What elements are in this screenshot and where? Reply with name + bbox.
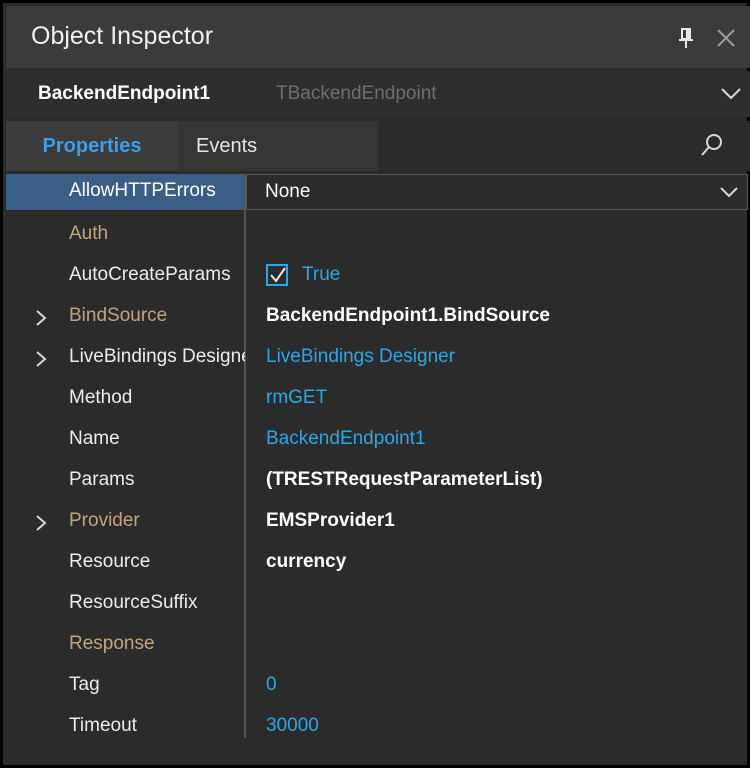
- property-name: Timeout: [69, 715, 137, 736]
- property-name: AutoCreateParams: [69, 264, 231, 285]
- property-name: BindSource: [69, 305, 168, 326]
- property-grid: AllowHTTPErrors None Auth AutoCreatePara…: [6, 174, 750, 744]
- property-row-livebindings-designer[interactable]: LiveBindings Designer LiveBindings Desig…: [6, 338, 750, 379]
- property-row-resource[interactable]: Resource currency: [6, 543, 750, 584]
- autocreateparams-checkbox[interactable]: [266, 264, 288, 286]
- property-row-name[interactable]: Name BackendEndpoint1: [6, 420, 750, 461]
- chevron-right-icon[interactable]: [34, 515, 48, 531]
- chevron-right-icon[interactable]: [34, 351, 48, 367]
- property-name: Provider: [69, 510, 140, 531]
- property-search-area[interactable]: [378, 121, 750, 171]
- property-name: Tag: [69, 674, 100, 695]
- property-name: LiveBindings Designer: [69, 346, 245, 367]
- property-value: currency: [266, 551, 347, 572]
- property-row-timeout[interactable]: Timeout 30000: [6, 707, 750, 748]
- property-row-provider[interactable]: Provider EMSProvider1: [6, 502, 750, 543]
- chevron-down-icon[interactable]: [719, 185, 739, 201]
- tab-events[interactable]: Events: [178, 121, 378, 171]
- property-row-autocreateparams[interactable]: AutoCreateParams True: [6, 256, 750, 297]
- object-selector-dropdown[interactable]: BackendEndpoint1 TBackendEndpoint: [6, 71, 750, 117]
- close-icon[interactable]: [714, 26, 738, 50]
- property-name: Resource: [69, 551, 151, 572]
- property-value: EMSProvider1: [266, 510, 395, 531]
- property-name: ResourceSuffix: [69, 592, 198, 613]
- property-value: 30000: [266, 715, 319, 736]
- property-value: (TRESTRequestParameterList): [266, 469, 543, 490]
- property-row-resourcesuffix[interactable]: ResourceSuffix: [6, 584, 750, 625]
- chevron-down-icon[interactable]: [720, 85, 742, 103]
- tab-properties[interactable]: Properties: [6, 121, 178, 171]
- selected-object-type: TBackendEndpoint: [276, 83, 437, 104]
- object-inspector-window: Object Inspector BackendEndpoint1 TBacke…: [0, 0, 750, 768]
- property-name: Name: [69, 428, 120, 449]
- property-value: 0: [266, 674, 277, 695]
- property-row-params[interactable]: Params (TRESTRequestParameterList): [6, 461, 750, 502]
- property-value: BackendEndpoint1: [266, 428, 426, 449]
- allowhttperrors-select[interactable]: None: [246, 174, 748, 210]
- property-value: True: [302, 264, 341, 285]
- title-bar[interactable]: Object Inspector: [6, 6, 750, 68]
- property-row-allowhttperrors[interactable]: AllowHTTPErrors None: [6, 174, 750, 215]
- property-name: Params: [69, 469, 135, 490]
- property-row-tag[interactable]: Tag 0: [6, 666, 750, 707]
- inspector-tab-bar: Properties Events: [6, 121, 750, 171]
- property-name: AllowHTTPErrors: [69, 180, 216, 201]
- selected-object-name: BackendEndpoint1: [38, 83, 211, 104]
- search-icon[interactable]: [700, 133, 724, 159]
- property-value: BackendEndpoint1.BindSource: [266, 305, 550, 326]
- property-value: rmGET: [266, 387, 328, 408]
- property-name: Auth: [69, 223, 109, 244]
- property-row-auth[interactable]: Auth: [6, 215, 750, 256]
- pin-icon[interactable]: [678, 28, 694, 50]
- property-name: Method: [69, 387, 133, 408]
- property-row-response[interactable]: Response: [6, 625, 750, 666]
- property-row-bindsource[interactable]: BindSource BackendEndpoint1.BindSource: [6, 297, 750, 338]
- livebindings-designer-link[interactable]: LiveBindings Designer: [266, 346, 455, 368]
- window-title: Object Inspector: [31, 22, 214, 50]
- property-row-method[interactable]: Method rmGET: [6, 379, 750, 420]
- property-name: Response: [69, 633, 155, 654]
- chevron-right-icon[interactable]: [34, 310, 48, 326]
- property-value: None: [265, 181, 311, 202]
